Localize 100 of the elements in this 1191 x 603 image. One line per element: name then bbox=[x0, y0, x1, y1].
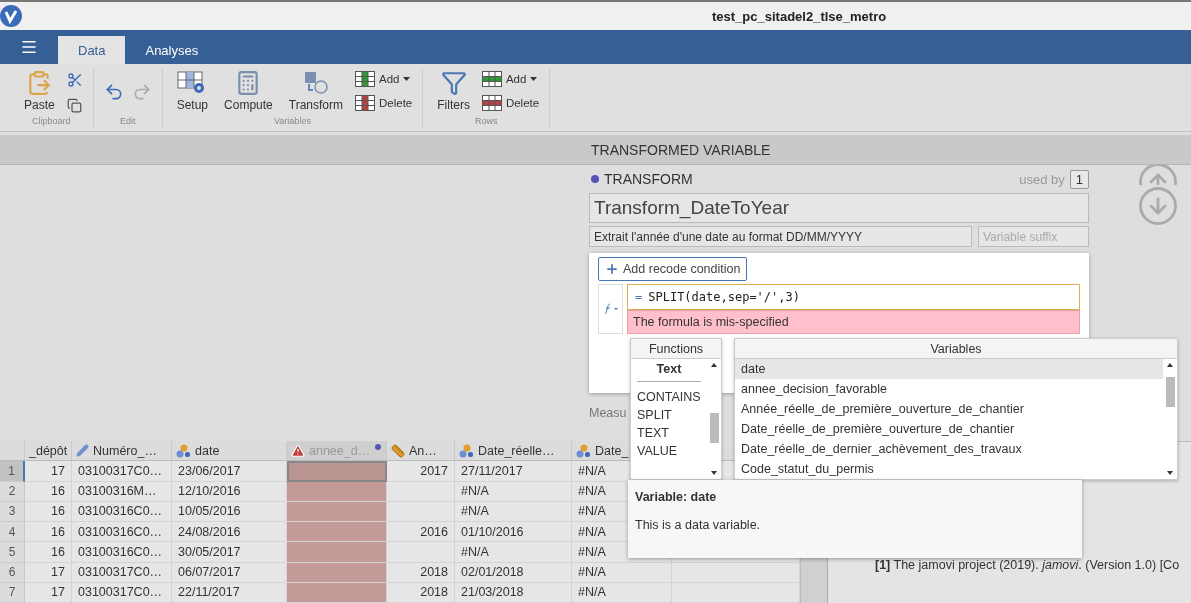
used-by-count: 1 bbox=[1069, 169, 1089, 189]
description-field[interactable]: Extrait l'année d'une date au format DD/MM/YYYY bbox=[589, 226, 972, 247]
add-button[interactable]: Add bbox=[353, 70, 415, 88]
table-cell: 17 bbox=[25, 461, 72, 482]
compute-button[interactable]: Compute bbox=[218, 68, 279, 114]
table-cell: #N/A bbox=[572, 582, 672, 603]
table-cell bbox=[387, 481, 455, 502]
paste-button[interactable]: Paste bbox=[18, 68, 61, 114]
group-label: Edit bbox=[119, 116, 136, 126]
filters-button[interactable]: Filters bbox=[431, 68, 476, 114]
tab[interactable]: Data bbox=[58, 36, 126, 64]
table-cell: 10/05/2016 bbox=[172, 501, 287, 522]
column-header[interactable]: date bbox=[172, 441, 287, 462]
table-cell: 24/08/2016 bbox=[172, 522, 287, 543]
table-cell: 01/10/2016 bbox=[455, 522, 572, 543]
menu-icon bbox=[20, 38, 38, 56]
table-cell: 2018 bbox=[387, 562, 455, 583]
error-message: The formula is mis-specified bbox=[627, 310, 1080, 334]
table-cell: 2017 bbox=[387, 461, 455, 482]
table-cell bbox=[387, 542, 455, 563]
variables-header: Variables bbox=[735, 339, 1177, 359]
function-item[interactable]: TEXT bbox=[631, 424, 707, 442]
function-item[interactable]: CONTAINS bbox=[631, 388, 707, 406]
column-header[interactable]: Date_réelle… bbox=[455, 441, 572, 462]
table-cell: 03100316M… bbox=[72, 481, 172, 502]
transform-heading: TRANSFORM bbox=[604, 171, 693, 187]
grid-icon bbox=[481, 95, 502, 111]
transform-button[interactable]: Transform bbox=[282, 68, 349, 114]
column-header[interactable]: An… bbox=[387, 441, 455, 462]
function-category: Text bbox=[637, 362, 701, 382]
arrow-down-icon[interactable] bbox=[1137, 185, 1179, 227]
row-number[interactable]: 2 bbox=[0, 481, 25, 502]
table-cell: 03100316C0… bbox=[72, 542, 172, 563]
row-number[interactable]: 7 bbox=[0, 582, 25, 603]
row-number[interactable]: 4 bbox=[0, 522, 25, 543]
caret-icon bbox=[403, 77, 411, 81]
table-cell: 16 bbox=[25, 542, 72, 563]
table-cell: 06/07/2017 bbox=[172, 562, 287, 583]
add-condition-button[interactable]: Add recode condition bbox=[598, 257, 748, 281]
table-cell: 21/03/2018 bbox=[455, 582, 572, 603]
tab[interactable]: Analyses bbox=[125, 36, 219, 64]
table-cell bbox=[387, 501, 455, 522]
used-by-label: used by bbox=[1019, 171, 1065, 187]
group-label: Variables bbox=[274, 116, 311, 126]
function-item[interactable]: SPLIT bbox=[631, 406, 707, 424]
name-field[interactable]: Transform_DateToYear bbox=[589, 193, 1089, 223]
plus-icon bbox=[605, 262, 619, 276]
row-number[interactable]: 3 bbox=[0, 501, 25, 522]
table-cell: 03100317C0… bbox=[72, 562, 172, 583]
table-cell: 02/01/2018 bbox=[455, 562, 572, 583]
group-label: Clipboard bbox=[32, 116, 71, 126]
table-cell: 17 bbox=[25, 582, 72, 603]
ruler-icon bbox=[391, 443, 405, 458]
nominal-variable-icon bbox=[459, 443, 474, 458]
column-header[interactable]: _dépôt bbox=[25, 441, 72, 462]
grid-icon bbox=[355, 95, 375, 111]
row-number[interactable]: 1 bbox=[0, 461, 25, 482]
table-cell: 03100317C0… bbox=[72, 582, 172, 603]
column-header[interactable]: Numéro_… bbox=[72, 441, 172, 462]
app-logo bbox=[0, 5, 22, 27]
table-cell: 16 bbox=[25, 481, 72, 502]
table-cell: 16 bbox=[25, 522, 72, 543]
nominal-variable-icon bbox=[576, 443, 591, 458]
status-dot bbox=[375, 444, 381, 450]
variable-item[interactable]: Code_statut_du_permis bbox=[735, 459, 1163, 479]
table-cell: 27/11/2017 bbox=[455, 461, 572, 482]
function-button[interactable] bbox=[598, 284, 623, 334]
row-number[interactable]: 6 bbox=[0, 562, 25, 583]
table-cell: 23/06/2017 bbox=[172, 461, 287, 482]
table-cell: 03100316C0… bbox=[72, 501, 172, 522]
grid-icon bbox=[481, 71, 502, 87]
functions-header: Functions bbox=[631, 339, 721, 359]
table-cell: 03100317C0… bbox=[72, 461, 172, 482]
nominal-variable-icon bbox=[176, 443, 191, 458]
table-cell: 30/05/2017 bbox=[172, 542, 287, 563]
table-cell: 17 bbox=[25, 562, 72, 583]
table-cell: 22/11/2017 bbox=[172, 582, 287, 603]
reference-text: [1] The jamovi project (2019). jamovi. (Version 1.0) [Co bbox=[875, 558, 1181, 572]
table-cell: 12/10/2016 bbox=[172, 481, 287, 502]
delete-button[interactable]: Delete bbox=[353, 94, 415, 112]
table-cell: 03100316C0… bbox=[72, 522, 172, 543]
table-cell: 2018 bbox=[387, 582, 455, 603]
table-cell: #N/A bbox=[455, 481, 572, 502]
delete-button[interactable]: Delete bbox=[479, 94, 542, 112]
table-cell: #N/A bbox=[572, 562, 672, 583]
variable-item[interactable]: date bbox=[735, 359, 1163, 379]
setup-button[interactable]: Setup bbox=[170, 68, 215, 114]
warning-icon bbox=[291, 443, 305, 458]
table-cell: 2016 bbox=[387, 522, 455, 543]
measure-label: Measu bbox=[589, 406, 627, 420]
caret-icon bbox=[530, 77, 538, 81]
group-label: Rows bbox=[474, 116, 498, 126]
suffix-field[interactable]: Variable suffix bbox=[978, 226, 1089, 247]
table-cell: #N/A bbox=[455, 542, 572, 563]
table-cell: 16 bbox=[25, 501, 72, 522]
add-button[interactable]: Add bbox=[479, 70, 542, 88]
formula-field[interactable]: = SPLIT(date,sep='/',3) bbox=[627, 284, 1080, 310]
filter-icon bbox=[440, 70, 467, 96]
clipboard-icon bbox=[26, 70, 53, 96]
row-number[interactable]: 5 bbox=[0, 542, 25, 563]
